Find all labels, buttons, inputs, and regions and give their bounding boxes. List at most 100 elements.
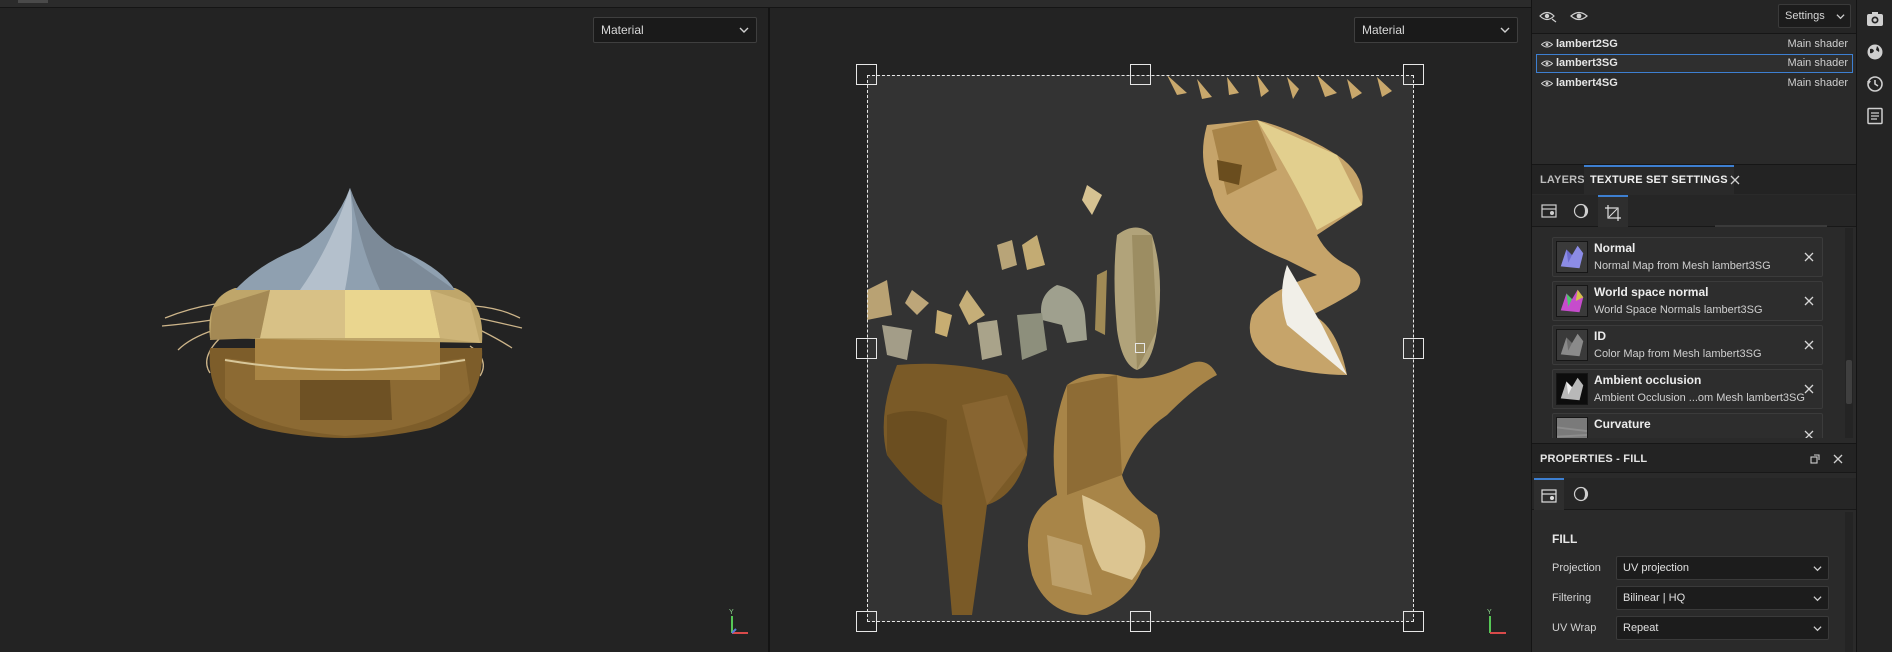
- right-icon-bar: [1856, 0, 1892, 652]
- ao-map-thumbnail: [1556, 373, 1588, 405]
- properties-title: PROPERTIES - FILL: [1540, 453, 1648, 465]
- shader-row-lambert2SG[interactable]: lambert2SG Main shader: [1536, 35, 1853, 54]
- axis-gizmo: Y: [1487, 609, 1506, 634]
- settings-dropdown[interactable]: Settings: [1778, 4, 1851, 28]
- viewport-2d[interactable]: Material Y: [770, 8, 1531, 652]
- viewport-3d-mode-select[interactable]: Material: [593, 17, 757, 43]
- close-icon[interactable]: [1833, 454, 1843, 464]
- transform-handle-br[interactable]: [1403, 611, 1424, 632]
- projection-label: Projection: [1552, 562, 1601, 574]
- bake-map-id[interactable]: ID Color Map from Mesh lambert3SG: [1552, 325, 1823, 365]
- bake-map-world-space-normal[interactable]: World space normal World Space Normals l…: [1552, 281, 1823, 321]
- log-icon[interactable]: [1866, 107, 1884, 125]
- bake-map-source: Color Map from Mesh lambert3SG: [1594, 348, 1762, 360]
- uv-crop-icon: [1605, 205, 1621, 221]
- camera-icon[interactable]: [1866, 10, 1884, 28]
- subtab-settings[interactable]: [1534, 195, 1564, 227]
- bake-map-curvature[interactable]: Curvature: [1552, 413, 1823, 438]
- transform-handle-tm[interactable]: [1130, 64, 1151, 85]
- shader-tag: Main shader: [1787, 38, 1848, 50]
- tab-layers[interactable]: LAYERS: [1534, 165, 1591, 195]
- settings-sheet-icon: [1541, 489, 1557, 503]
- subtab-fill-material[interactable]: [1566, 478, 1596, 510]
- transform-handle-bm[interactable]: [1130, 611, 1151, 632]
- subtab-material[interactable]: [1566, 195, 1596, 227]
- eye-icon[interactable]: [1570, 9, 1588, 23]
- shader-row-lambert3SG[interactable]: lambert3SG Main shader: [1536, 54, 1853, 73]
- history-icon[interactable]: [1866, 75, 1884, 93]
- bake-map-title: Ambient occlusion: [1594, 373, 1702, 387]
- normal-map-thumbnail: [1556, 241, 1588, 273]
- close-icon[interactable]: [1804, 384, 1814, 394]
- texture-set-subtabs: [1532, 195, 1857, 227]
- bake-list-scrollbar[interactable]: [1845, 228, 1853, 438]
- subtab-uv[interactable]: [1598, 195, 1628, 227]
- bake-map-source: World Space Normals lambert3SG: [1594, 304, 1763, 316]
- globe-icon[interactable]: [1866, 43, 1884, 61]
- viewport-3d[interactable]: Material Y: [0, 8, 768, 652]
- bake-map-title: Normal: [1594, 241, 1636, 255]
- bake-map-title: World space normal: [1594, 285, 1709, 299]
- close-icon[interactable]: [1804, 340, 1814, 350]
- subtab-fill-settings[interactable]: [1534, 478, 1564, 510]
- material-sphere-icon: [1573, 486, 1589, 502]
- eye-icon[interactable]: [1541, 79, 1553, 88]
- chevron-down-icon: [1500, 27, 1510, 33]
- bake-map-source: Normal Map from Mesh lambert3SG: [1594, 260, 1771, 272]
- close-icon[interactable]: [1804, 430, 1814, 438]
- eye-link-icon[interactable]: [1539, 9, 1557, 23]
- shader-name: lambert2SG: [1556, 38, 1618, 50]
- bake-map-title: ID: [1594, 329, 1606, 343]
- shader-tag: Main shader: [1787, 77, 1848, 89]
- viewport-3d-mode-label: Material: [601, 23, 644, 37]
- id-map-thumbnail: [1556, 329, 1588, 361]
- shader-row-lambert4SG[interactable]: lambert4SG Main shader: [1536, 74, 1853, 93]
- world-normal-thumbnail: [1556, 285, 1588, 317]
- axis-gizmo: Y: [729, 609, 748, 634]
- close-icon[interactable]: [1804, 252, 1814, 262]
- bake-map-title: Curvature: [1594, 417, 1651, 431]
- transform-handle-tr[interactable]: [1403, 64, 1424, 85]
- top-strip: [0, 0, 1531, 8]
- top-strip-tab[interactable]: [18, 0, 48, 3]
- bake-list-scroll-thumb[interactable]: [1846, 360, 1852, 404]
- undock-icon[interactable]: [1810, 454, 1820, 464]
- eye-icon[interactable]: [1541, 40, 1553, 49]
- projection-dropdown[interactable]: UV projection: [1616, 556, 1829, 580]
- filtering-dropdown[interactable]: Bilinear | HQ: [1616, 586, 1829, 610]
- svg-text:Y: Y: [729, 609, 734, 616]
- bake-map-ambient-occlusion[interactable]: Ambient occlusion Ambient Occlusion ...o…: [1552, 369, 1823, 409]
- properties-header: PROPERTIES - FILL: [1532, 443, 1857, 473]
- panel-tabs: LAYERS TEXTURE SET SETTINGS: [1532, 164, 1857, 195]
- properties-subtabs: [1532, 478, 1857, 510]
- transform-handle-tl[interactable]: [856, 64, 877, 85]
- fill-section-title: FILL: [1552, 532, 1578, 546]
- properties-scrollbar[interactable]: [1845, 512, 1853, 652]
- shader-toolbar: Settings: [1532, 0, 1857, 34]
- transform-handle-bl[interactable]: [856, 611, 877, 632]
- uv-wrap-row: UV Wrap Repeat: [1552, 616, 1852, 642]
- close-icon[interactable]: [1730, 175, 1740, 185]
- shader-tag: Main shader: [1787, 57, 1848, 69]
- viewport-2d-mode-select[interactable]: Material: [1354, 17, 1518, 43]
- hidden-field-edge: [1715, 225, 1827, 227]
- transform-handle-ml[interactable]: [856, 338, 877, 359]
- filtering-value: Bilinear | HQ: [1623, 592, 1686, 604]
- settings-sheet-icon: [1541, 204, 1557, 218]
- eye-icon[interactable]: [1541, 59, 1553, 68]
- chevron-down-icon: [1813, 566, 1822, 572]
- transform-handle-mr[interactable]: [1403, 338, 1424, 359]
- tab-texture-set-settings[interactable]: TEXTURE SET SETTINGS: [1584, 165, 1734, 195]
- material-sphere-icon: [1573, 203, 1589, 219]
- chevron-down-icon: [1813, 596, 1822, 602]
- projection-row: Projection UV projection: [1552, 556, 1852, 582]
- settings-label: Settings: [1785, 10, 1825, 22]
- uv-wrap-value: Repeat: [1623, 622, 1659, 634]
- uv-wrap-dropdown[interactable]: Repeat: [1616, 616, 1829, 640]
- pivot-handle[interactable]: [1135, 343, 1145, 353]
- filtering-row: Filtering Bilinear | HQ: [1552, 586, 1852, 612]
- viewport-2d-mode-label: Material: [1362, 23, 1405, 37]
- chevron-down-icon: [1836, 14, 1845, 20]
- close-icon[interactable]: [1804, 296, 1814, 306]
- bake-map-normal[interactable]: Normal Normal Map from Mesh lambert3SG: [1552, 237, 1823, 277]
